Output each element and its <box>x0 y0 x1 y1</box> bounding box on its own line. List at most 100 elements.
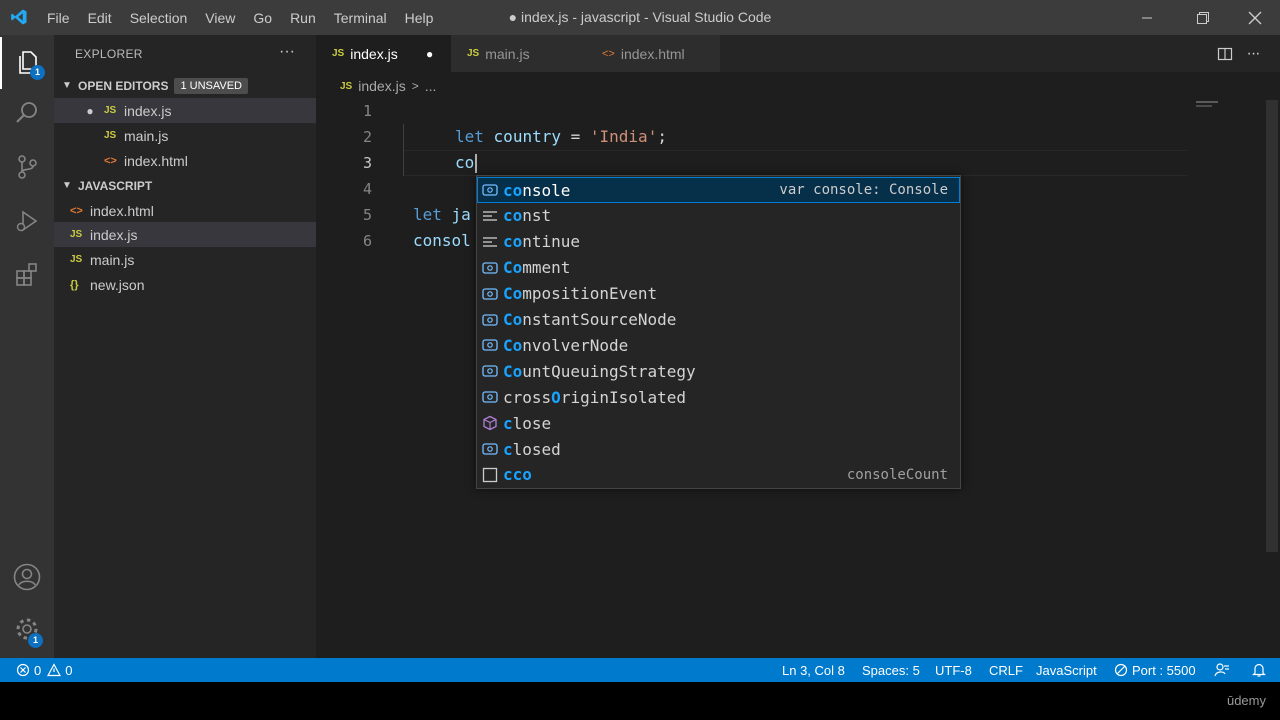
file-label: index.html <box>90 202 154 219</box>
js-file-icon: JS <box>70 254 83 265</box>
run-debug-activity[interactable] <box>0 195 54 247</box>
settings-badge: 1 <box>28 633 43 648</box>
status-bar: 0 0 Ln 3, Col 8 Spaces: 5 UTF-8 CRLF Jav… <box>0 658 1280 682</box>
notifications-button[interactable] <box>1252 658 1266 682</box>
suggestion-detail: consoleCount <box>846 466 948 483</box>
error-count: 0 <box>34 662 42 678</box>
live-server-port[interactable]: Port : 5500 <box>1114 658 1196 682</box>
chevron-down-icon: ▼ <box>62 80 72 91</box>
explorer-activity[interactable]: 1 <box>0 37 54 89</box>
close-window-button[interactable] <box>1232 0 1278 35</box>
open-editors-label: OPEN EDITORS <box>78 78 169 93</box>
open-editor-index-js[interactable]: ● JS index.js <box>54 98 316 123</box>
unsaved-dot-icon[interactable]: ● <box>82 104 98 118</box>
split-editor-button[interactable] <box>1212 35 1238 72</box>
explorer-sidebar: EXPLORER ··· ▼ OPEN EDITORS 1 UNSAVED ● … <box>54 35 316 658</box>
search-activity[interactable] <box>0 87 54 139</box>
folder-label: JAVASCRIPT <box>78 178 153 193</box>
suggestion-item[interactable]: crossOriginIsolated <box>477 384 960 410</box>
folder-header[interactable]: ▼ JAVASCRIPT <box>54 173 316 198</box>
problems-indicator[interactable]: 0 0 <box>16 658 72 682</box>
menu-view[interactable]: View <box>196 10 244 26</box>
file-index-js[interactable]: JS index.js <box>54 222 316 247</box>
extensions-activity[interactable] <box>0 249 54 301</box>
code-line-6: consol <box>413 231 471 250</box>
line-number: 1 <box>362 102 372 120</box>
more-actions-icon[interactable]: ··· <box>1240 35 1266 72</box>
menu-help[interactable]: Help <box>396 10 443 26</box>
suggestion-item[interactable]: console var console: Console <box>477 177 960 203</box>
file-label: new.json <box>90 276 145 293</box>
cursor-position[interactable]: Ln 3, Col 8 <box>782 658 845 682</box>
editor-scrollbar[interactable] <box>1266 100 1278 552</box>
account-icon <box>13 563 41 591</box>
restore-icon <box>1197 11 1209 24</box>
file-new-json[interactable]: {} new.json <box>54 272 316 297</box>
suggestion-label: ConvolverNode <box>503 335 629 355</box>
line-number: 4 <box>362 180 372 198</box>
open-editor-main-js[interactable]: JS main.js <box>54 123 316 148</box>
js-file-icon: JS <box>467 48 480 59</box>
suggestion-item[interactable]: ConvolverNode <box>477 332 960 358</box>
menu-selection[interactable]: Selection <box>121 10 197 26</box>
breadcrumb-separator-icon: > <box>411 79 419 93</box>
minimize-button[interactable] <box>1124 0 1170 35</box>
menu-terminal[interactable]: Terminal <box>325 10 396 26</box>
language-mode[interactable]: JavaScript <box>1036 658 1097 682</box>
text-cursor <box>475 154 478 173</box>
tab-label: index.html <box>620 45 685 62</box>
restore-button[interactable] <box>1180 0 1226 35</box>
indentation[interactable]: Spaces: 5 <box>862 658 920 682</box>
open-editor-label: index.html <box>124 152 188 169</box>
code-line-2: let country = 'India'; <box>455 127 667 146</box>
suggestion-item[interactable]: close <box>477 410 960 436</box>
tab-index-html[interactable]: <> index.html <box>586 35 720 72</box>
encoding[interactable]: UTF-8 <box>935 658 972 682</box>
manage-activity[interactable]: 1 <box>0 603 54 655</box>
source-control-icon <box>18 155 37 179</box>
suggestion-item[interactable]: closed <box>477 436 960 462</box>
tab-index-js[interactable]: JS index.js ● <box>316 35 451 72</box>
variable-icon <box>477 390 503 404</box>
suggestion-item[interactable]: Comment <box>477 255 960 281</box>
split-editor-icon <box>1217 47 1233 60</box>
file-index-html[interactable]: <> index.html <box>54 198 316 223</box>
minimap[interactable] <box>1196 105 1212 107</box>
suggestion-widget: console var console: Console const continue… <box>476 175 961 489</box>
unsaved-badge: 1 UNSAVED <box>174 77 249 94</box>
more-actions-icon[interactable]: ··· <box>279 35 295 73</box>
suggestion-item[interactable]: cco consoleCount <box>477 462 960 488</box>
suggestion-label: CountQueuingStrategy <box>503 361 696 381</box>
menu-run[interactable]: Run <box>281 10 325 26</box>
file-main-js[interactable]: JS main.js <box>54 247 316 272</box>
line-number: 5 <box>362 206 372 224</box>
error-icon <box>16 663 30 677</box>
minimap[interactable] <box>1196 101 1218 103</box>
run-debug-icon <box>16 210 38 232</box>
tab-label: main.js <box>485 45 530 62</box>
feedback-button[interactable] <box>1214 658 1230 682</box>
suggestion-item[interactable]: ConstantSourceNode <box>477 307 960 333</box>
suggestion-item[interactable]: const <box>477 203 960 229</box>
breadcrumb-symbol[interactable]: ... <box>425 78 437 94</box>
method-icon <box>477 415 503 431</box>
tab-main-js[interactable]: JS main.js <box>451 35 586 72</box>
code-line-5: let ja <box>413 205 471 224</box>
source-control-activity[interactable] <box>0 141 54 193</box>
suggestion-item[interactable]: CountQueuingStrategy <box>477 358 960 384</box>
open-editors-header[interactable]: ▼ OPEN EDITORS 1 UNSAVED <box>54 73 316 98</box>
title-bar: File Edit Selection View Go Run Terminal… <box>0 0 1280 35</box>
close-icon <box>1248 11 1262 24</box>
html-file-icon: <> <box>104 154 117 167</box>
accounts-activity[interactable] <box>0 551 54 603</box>
unsaved-dot-icon[interactable]: ● <box>426 47 433 61</box>
suggestion-item[interactable]: continue <box>477 229 960 255</box>
menu-file[interactable]: File <box>38 10 79 26</box>
breadcrumb-file[interactable]: index.js <box>358 78 405 94</box>
end-of-line[interactable]: CRLF <box>989 658 1023 682</box>
feedback-icon <box>1214 663 1229 677</box>
open-editor-index-html[interactable]: <> index.html <box>54 148 316 173</box>
menu-go[interactable]: Go <box>244 10 281 26</box>
menu-edit[interactable]: Edit <box>79 10 121 26</box>
suggestion-item[interactable]: CompositionEvent <box>477 281 960 307</box>
